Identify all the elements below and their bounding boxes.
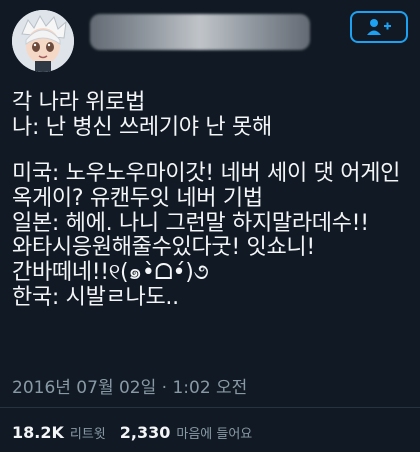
- tweet-line-7: 와타시응원해줄수있다굿! 잇쇼니!: [12, 235, 315, 261]
- likes-label[interactable]: 마음에 들어요: [176, 427, 252, 442]
- tweet-line-2: 나: 난 병신 쓰레기야 난 못해: [12, 114, 272, 140]
- follow-user-plus-icon: [367, 19, 391, 35]
- retweets-count[interactable]: 18.2K: [12, 423, 64, 442]
- likes-count[interactable]: 2,330: [120, 423, 171, 442]
- retweets-label[interactable]: 리트윗: [70, 427, 106, 442]
- tweet-line-6: 일본: 헤에. 나니 그런말 하지말라데수!!: [12, 210, 369, 236]
- stats-divider: [0, 407, 420, 408]
- tweet-line-5: 옥게이? 유캔두잇 네버 기법: [12, 186, 263, 212]
- tweet-stats: 18.2K 리트윗 2,330 마음에 들어요: [12, 423, 266, 442]
- avatar[interactable]: [12, 10, 74, 72]
- anime-avatar-icon: [12, 10, 74, 72]
- tweet-line-1: 각 나라 위로법: [12, 90, 146, 115]
- tweet-line-4: 미국: 노우노우마이갓! 네버 세이 댓 어게인: [12, 161, 401, 187]
- tweet-line-9: 한국: 시발ㄹ나도..: [12, 284, 179, 310]
- tweet-line-8: 간바떼네!!୧(๑•̀ᗝ•́)૭: [12, 260, 209, 286]
- tweet-text: 각 나라 위로법 나: 난 병신 쓰레기야 난 못해 미국: 노우노우마이갓! …: [12, 90, 412, 311]
- follow-button[interactable]: [350, 11, 408, 43]
- tweet-timestamp[interactable]: 2016년 07월 02일 · 1:02 오전: [12, 373, 247, 398]
- display-name-obscured: [90, 14, 310, 50]
- tweet-screen: 각 나라 위로법 나: 난 병신 쓰레기야 난 못해 미국: 노우노우마이갓! …: [0, 0, 420, 452]
